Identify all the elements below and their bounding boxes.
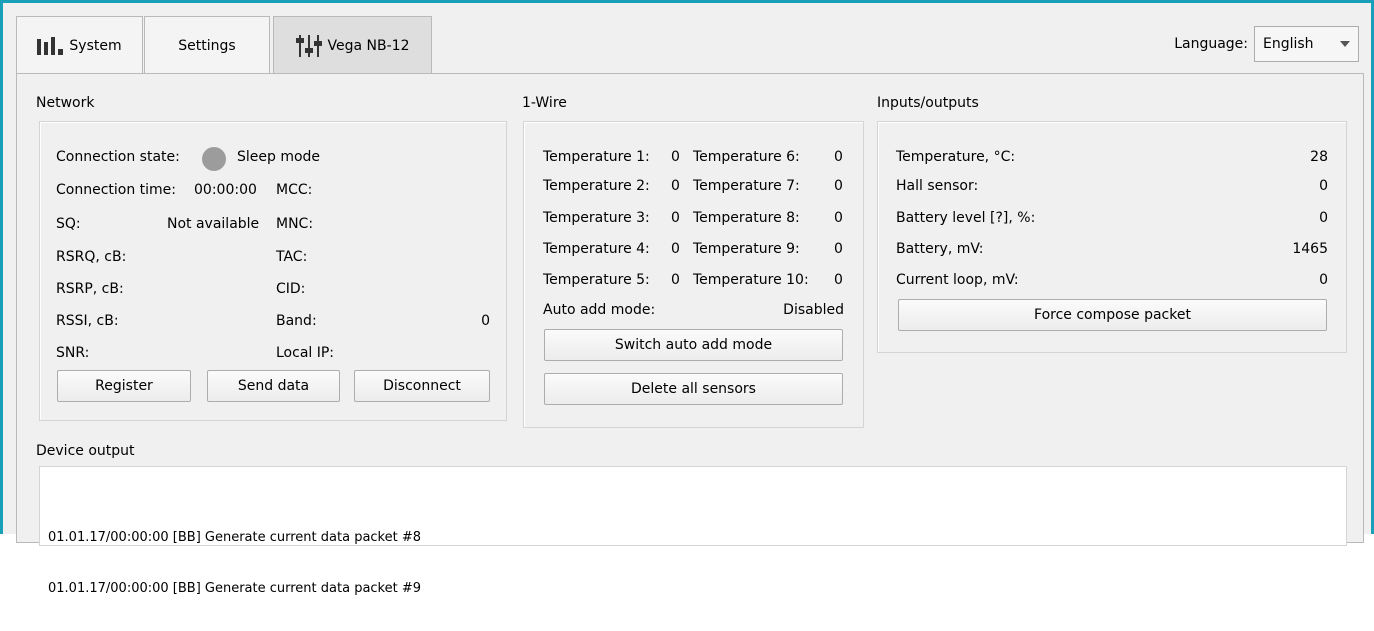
network-group: Connection state: Sleep mode Connection …	[39, 121, 507, 421]
tab-settings[interactable]: Settings	[144, 16, 270, 74]
temperature-6-value: 0	[834, 149, 843, 165]
log-line: 01.01.17/00:00:00 [BB] Generate current …	[48, 581, 422, 596]
connection-state-value: Sleep mode	[237, 149, 321, 165]
mnc-label: MNC:	[276, 216, 314, 232]
temperature-2-value: 0	[671, 178, 680, 194]
io-title: Inputs/outputs	[877, 95, 979, 111]
connection-time-label: Connection time:	[56, 182, 177, 198]
temperature-7-label: Temperature 7:	[693, 178, 800, 194]
battery-mv-label: Battery, mV:	[896, 241, 984, 257]
connection-state-label: Connection state:	[56, 149, 180, 165]
tab-system-label: System	[69, 37, 122, 54]
onewire-title: 1-Wire	[522, 95, 567, 111]
force-compose-packet-button[interactable]: Force compose packet	[898, 299, 1327, 331]
temperature-2-label: Temperature 2:	[543, 178, 650, 194]
battery-level-label: Battery level [?], %:	[896, 210, 1036, 226]
tac-label: TAC:	[276, 249, 308, 265]
network-title: Network	[36, 95, 95, 111]
temperature-3-value: 0	[671, 210, 680, 226]
sq-value: Not available	[167, 216, 260, 232]
bar-chart-icon	[37, 36, 64, 55]
register-button[interactable]: Register	[57, 370, 191, 402]
rsrq-label: RSRQ, cB:	[56, 249, 127, 265]
log-line: 01.01.17/00:00:00 [BB] Generate current …	[48, 530, 422, 545]
rsrp-label: RSRP, cB:	[56, 281, 124, 297]
band-label: Band:	[276, 313, 317, 329]
auto-add-label: Auto add mode:	[543, 302, 656, 318]
io-temperature-value: 28	[1310, 149, 1328, 165]
temperature-1-value: 0	[671, 149, 680, 165]
battery-level-value: 0	[1319, 210, 1328, 226]
temperature-6-label: Temperature 6:	[693, 149, 800, 165]
current-loop-label: Current loop, mV:	[896, 272, 1019, 288]
snr-label: SNR:	[56, 345, 90, 361]
temperature-3-label: Temperature 3:	[543, 210, 650, 226]
temperature-4-value: 0	[671, 241, 680, 257]
language-select[interactable]: English	[1254, 26, 1359, 62]
chevron-down-icon	[1340, 41, 1350, 47]
send-data-button[interactable]: Send data	[207, 370, 340, 402]
io-group: Temperature, °C: 28 Hall sensor: 0 Batte…	[877, 121, 1347, 353]
language-label: Language:	[1174, 36, 1248, 52]
device-output-title: Device output	[36, 443, 135, 459]
hall-sensor-label: Hall sensor:	[896, 178, 979, 194]
temperature-7-value: 0	[834, 178, 843, 194]
language-value: English	[1263, 36, 1314, 52]
temperature-10-label: Temperature 10:	[693, 272, 809, 288]
tab-system[interactable]: System	[16, 16, 143, 74]
delete-all-sensors-button[interactable]: Delete all sensors	[544, 373, 843, 405]
tab-settings-label: Settings	[178, 37, 236, 54]
temperature-8-label: Temperature 8:	[693, 210, 800, 226]
hall-sensor-value: 0	[1319, 178, 1328, 194]
switch-auto-add-button[interactable]: Switch auto add mode	[544, 329, 843, 361]
band-value: 0	[481, 313, 490, 329]
status-indicator	[202, 147, 226, 171]
temperature-1-label: Temperature 1:	[543, 149, 650, 165]
connection-time-value: 00:00:00	[194, 182, 257, 198]
io-temperature-label: Temperature, °C:	[896, 149, 1016, 165]
app-window: System Settings Vega NB-12 Language: Eng…	[0, 0, 1374, 596]
battery-mv-value: 1465	[1292, 241, 1328, 257]
temperature-5-value: 0	[671, 272, 680, 288]
tab-vega-label: Vega NB-12	[327, 37, 410, 54]
temperature-10-value: 0	[834, 272, 843, 288]
disconnect-button[interactable]: Disconnect	[354, 370, 490, 402]
temperature-9-value: 0	[834, 241, 843, 257]
tab-vega-nb-12[interactable]: Vega NB-12	[273, 16, 432, 74]
sliders-icon	[295, 34, 322, 57]
current-loop-value: 0	[1319, 272, 1328, 288]
temperature-5-label: Temperature 5:	[543, 272, 650, 288]
device-output-log[interactable]: 01.01.17/00:00:00 [BB] Generate current …	[39, 466, 1347, 596]
device-output-lines: 01.01.17/00:00:00 [BB] Generate current …	[48, 495, 421, 631]
local-ip-label: Local IP:	[276, 345, 335, 361]
auto-add-value: Disabled	[783, 302, 844, 318]
temperature-4-label: Temperature 4:	[543, 241, 650, 257]
onewire-group: Temperature 1: 0 Temperature 6: 0 Temper…	[523, 121, 864, 428]
mcc-label: MCC:	[276, 182, 313, 198]
cid-label: CID:	[276, 281, 306, 297]
temperature-8-value: 0	[834, 210, 843, 226]
sq-label: SQ:	[56, 216, 81, 232]
temperature-9-label: Temperature 9:	[693, 241, 800, 257]
language-control: Language: English	[1174, 26, 1359, 62]
rssi-label: RSSI, cB:	[56, 313, 119, 329]
